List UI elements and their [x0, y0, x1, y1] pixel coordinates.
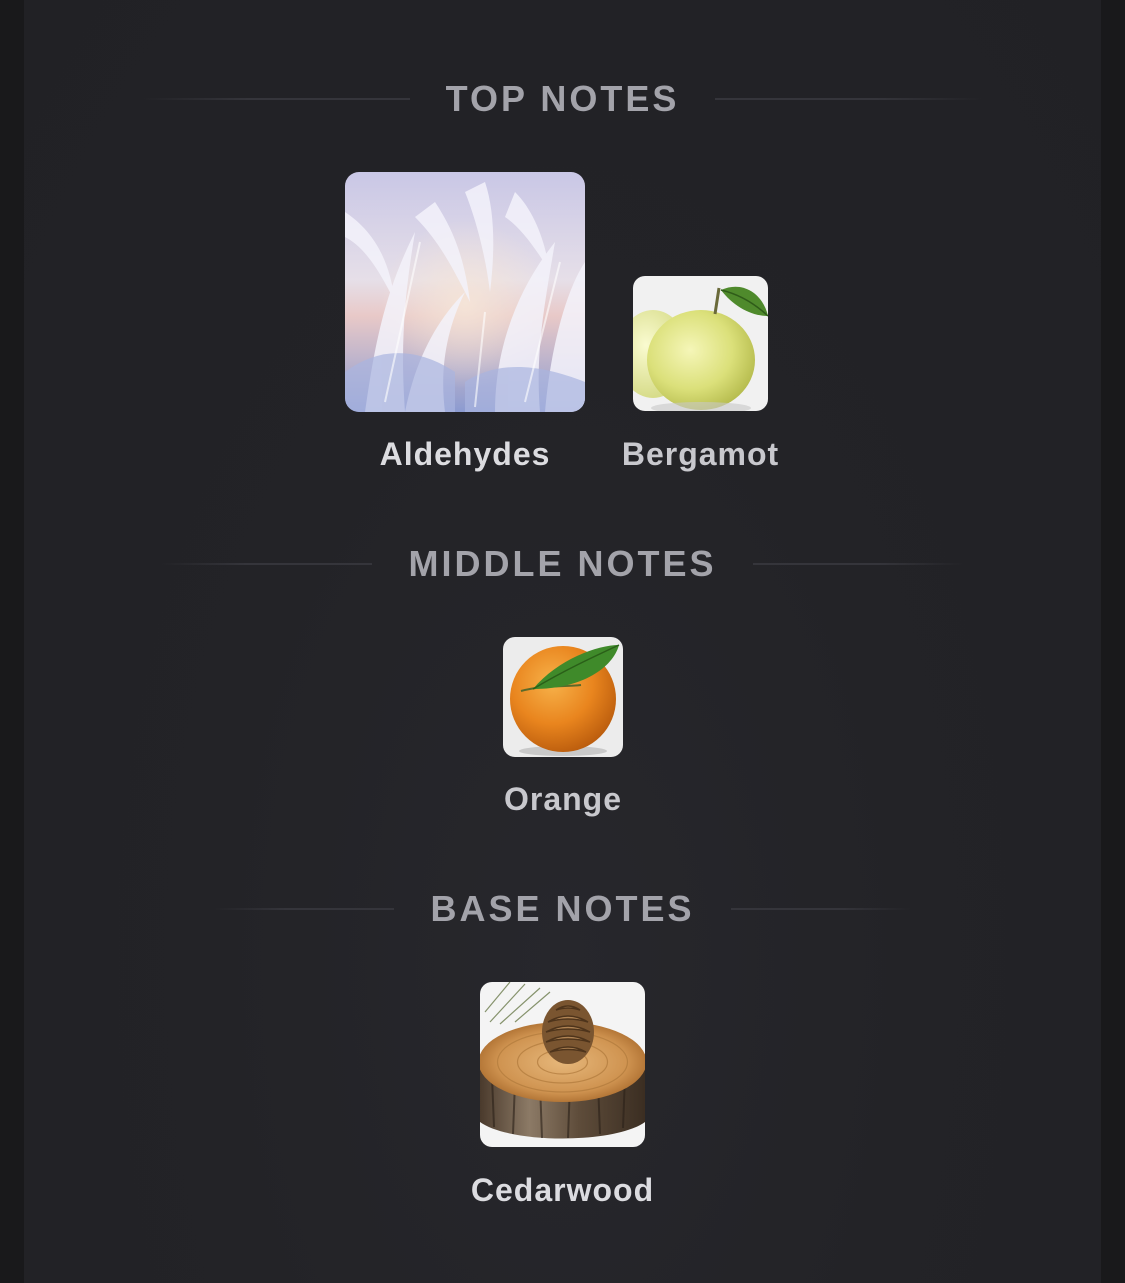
section-title-middle: MIDDLE NOTES [408, 543, 717, 584]
note-label: Aldehydes [379, 436, 551, 472]
top-notes-header: TOP NOTES [0, 78, 1125, 120]
orange-image [503, 637, 623, 757]
note-orange[interactable]: Orange [503, 637, 623, 817]
middle-notes-header: MIDDLE NOTES [0, 543, 1125, 585]
aldehydes-image [345, 172, 585, 412]
divider-left [214, 908, 395, 910]
divider-left [162, 563, 373, 565]
bergamot-image [633, 276, 768, 411]
note-label: Orange [503, 781, 623, 817]
divider-right [752, 563, 963, 565]
note-label: Bergamot [621, 436, 780, 472]
app-background: TOP NOTES Aldehydes Bergamot MIDDLE NOTE… [0, 0, 1125, 1283]
cedarwood-image [480, 982, 645, 1147]
section-title-base: BASE NOTES [430, 888, 695, 929]
divider-right [715, 98, 986, 100]
divider-right [730, 908, 911, 910]
note-bergamot[interactable]: Bergamot [622, 276, 778, 472]
section-title-top: TOP NOTES [445, 78, 680, 119]
note-aldehydes[interactable]: Aldehydes [345, 172, 585, 472]
divider-left [139, 98, 410, 100]
note-cedarwood[interactable]: Cedarwood [471, 982, 653, 1208]
base-notes-header: BASE NOTES [0, 888, 1125, 930]
note-label: Cedarwood [470, 1172, 655, 1208]
